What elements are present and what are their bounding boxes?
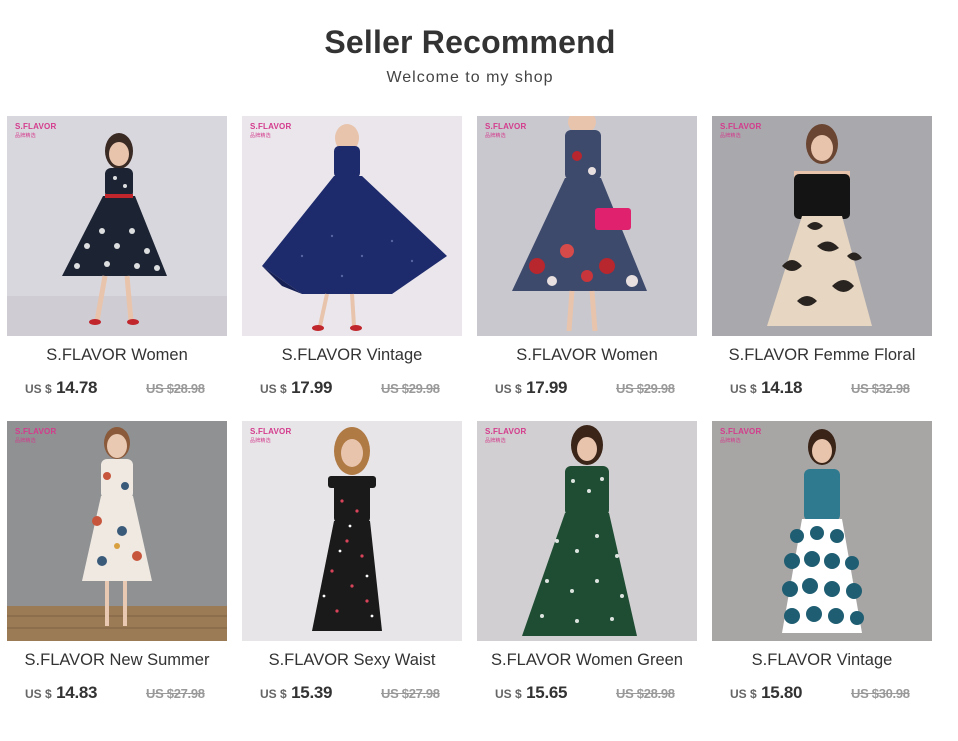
product-price: US $ 15.65 [495,683,567,703]
product-price: US $ 15.80 [730,683,802,703]
product-image[interactable]: S.FLAVOR 品牌精选 [7,116,227,336]
price-value: 15.39 [291,683,333,702]
brand-logo: S.FLAVOR 品牌精选 [250,122,292,139]
currency-label: US $ [260,687,287,701]
original-price: US $28.98 [616,686,675,701]
brand-logo: S.FLAVOR 品牌精选 [720,427,762,444]
price-value: 17.99 [291,378,333,397]
section-subtitle: Welcome to my shop [386,69,554,86]
brand-logo: S.FLAVOR 品牌精选 [250,427,292,444]
price-value: 17.99 [526,378,568,397]
price-value: 15.80 [761,683,803,702]
brand-logo-text: S.FLAVOR [485,122,527,131]
product-price: US $ 14.83 [25,683,97,703]
product-title[interactable]: S.FLAVOR Women Green [477,651,697,670]
product-title[interactable]: S.FLAVOR Vintage [712,651,932,670]
product-card[interactable]: S.FLAVOR 品牌精选 S.FLAVOR Vintage US $ 17.99… [242,116,462,406]
product-title[interactable]: S.FLAVOR Vintage [242,346,462,365]
product-title[interactable]: S.FLAVOR Sexy Waist [242,651,462,670]
product-card[interactable]: S.FLAVOR 品牌精选 S.FLAVOR New Summer US $ 14… [7,421,227,711]
product-title[interactable]: S.FLAVOR Women [477,346,697,365]
currency-label: US $ [730,382,757,396]
product-image[interactable]: S.FLAVOR 品牌精选 [477,421,697,641]
product-price: US $ 17.99 [495,378,567,398]
product-card[interactable]: S.FLAVOR 品牌精选 S.FLAVOR Femme Floral US $ … [712,116,932,406]
original-price: US $30.98 [851,686,910,701]
brand-logo-text: S.FLAVOR [720,427,762,436]
price-value: 14.18 [761,378,803,397]
original-price: US $29.98 [616,381,675,396]
brand-logo: S.FLAVOR 品牌精选 [485,122,527,139]
original-price: US $29.98 [381,381,440,396]
product-card[interactable]: S.FLAVOR 品牌精选 S.FLAVOR Women Green US $ 1… [477,421,697,711]
currency-label: US $ [730,687,757,701]
product-image[interactable]: S.FLAVOR 品牌精选 [712,421,932,641]
currency-label: US $ [260,382,287,396]
product-card[interactable]: S.FLAVOR 品牌精选 S.FLAVOR Women US $ 14.78 U… [7,116,227,406]
brand-logo-text: S.FLAVOR [485,427,527,436]
section-title: Seller Recommend [324,24,616,60]
product-image[interactable]: S.FLAVOR 品牌精选 [477,116,697,336]
original-price: US $28.98 [146,381,205,396]
product-card[interactable]: S.FLAVOR 品牌精选 S.FLAVOR Sexy Waist US $ 15… [242,421,462,711]
price-value: 15.65 [526,683,568,702]
brand-logo-text: S.FLAVOR [15,427,57,436]
brand-logo-text: S.FLAVOR [250,122,292,131]
brand-logo-text: S.FLAVOR [250,427,292,436]
price-value: 14.78 [56,378,98,397]
product-card[interactable]: S.FLAVOR 品牌精选 S.FLAVOR Women US $ 17.99 U… [477,116,697,406]
original-price: US $27.98 [146,686,205,701]
original-price: US $32.98 [851,381,910,396]
product-title[interactable]: S.FLAVOR New Summer [7,651,227,670]
brand-logo: S.FLAVOR 品牌精选 [485,427,527,444]
product-image[interactable]: S.FLAVOR 品牌精选 [712,116,932,336]
product-title[interactable]: S.FLAVOR Femme Floral [712,346,932,365]
brand-logo-text: S.FLAVOR [15,122,57,131]
currency-label: US $ [25,382,52,396]
brand-logo-text: S.FLAVOR [720,122,762,131]
brand-logo: S.FLAVOR 品牌精选 [720,122,762,139]
brand-logo: S.FLAVOR 品牌精选 [15,427,57,444]
currency-label: US $ [25,687,52,701]
product-title[interactable]: S.FLAVOR Women [7,346,227,365]
currency-label: US $ [495,687,522,701]
section-header: Seller Recommend Welcome to my shop [0,24,940,87]
original-price: US $27.98 [381,686,440,701]
product-price: US $ 15.39 [260,683,332,703]
currency-label: US $ [495,382,522,396]
product-image[interactable]: S.FLAVOR 品牌精选 [242,116,462,336]
product-price: US $ 14.78 [25,378,97,398]
product-image[interactable]: S.FLAVOR 品牌精选 [242,421,462,641]
product-price: US $ 17.99 [260,378,332,398]
product-price: US $ 14.18 [730,378,802,398]
price-value: 14.83 [56,683,98,702]
brand-logo: S.FLAVOR 品牌精选 [15,122,57,139]
product-image[interactable]: S.FLAVOR 品牌精选 [7,421,227,641]
product-card[interactable]: S.FLAVOR 品牌精选 S.FLAVOR Vintage US $ 15.80… [712,421,932,711]
